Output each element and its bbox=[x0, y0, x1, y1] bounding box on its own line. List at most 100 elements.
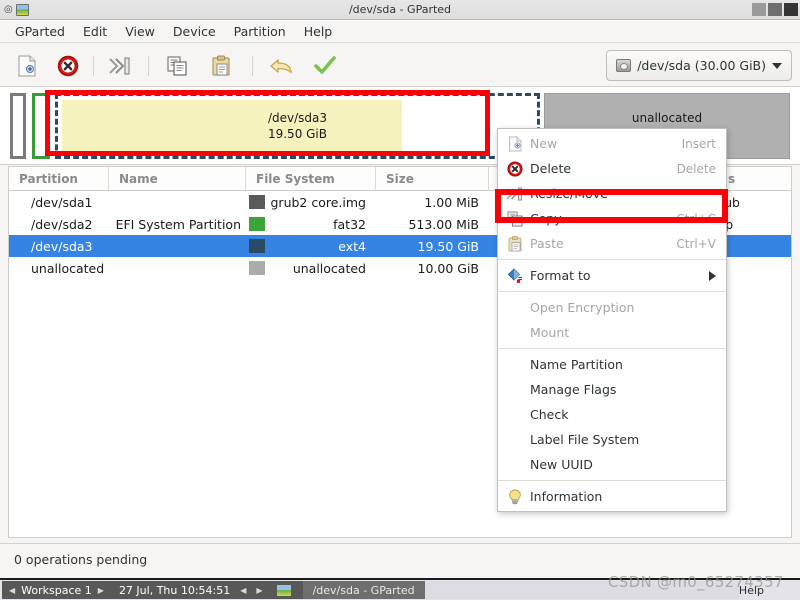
chevron-down-icon bbox=[772, 62, 782, 69]
menu-item-delete-accel: Delete bbox=[676, 161, 716, 176]
graphic-partition-sda1[interactable] bbox=[10, 93, 26, 159]
menu-item-resize-move[interactable]: Resize/Move bbox=[498, 181, 726, 206]
graphic-partition-sda3[interactable]: /dev/sda3 19.50 GiB bbox=[55, 93, 540, 159]
device-selector-label: /dev/sda (30.00 GiB) bbox=[637, 58, 766, 73]
cell-name: EFI System Partition bbox=[115, 216, 241, 232]
undo-button[interactable] bbox=[266, 52, 296, 80]
paste-icon bbox=[212, 55, 230, 76]
menu-item-new-label: New bbox=[530, 136, 558, 151]
device-selector[interactable]: /dev/sda (30.00 GiB) bbox=[606, 50, 792, 81]
cell-filesystem: ext4 bbox=[246, 235, 376, 257]
delete-circle-icon bbox=[506, 160, 524, 178]
resize-move-button[interactable] bbox=[105, 52, 135, 80]
cell-name bbox=[109, 191, 246, 213]
minimize-button[interactable] bbox=[752, 3, 766, 16]
cell-partition: /dev/sda1 bbox=[31, 194, 93, 210]
graphic-sda3-used bbox=[62, 100, 402, 152]
menu-item-copy[interactable]: Copy Ctrl+C bbox=[498, 206, 726, 231]
maximize-button[interactable] bbox=[768, 3, 782, 16]
menu-item-new-uuid[interactable]: New UUID bbox=[498, 452, 726, 477]
graphic-unallocated-name: unallocated bbox=[631, 111, 703, 125]
gparted-tray-icon[interactable] bbox=[275, 583, 292, 597]
cell-size: 1.00 MiB bbox=[424, 194, 479, 210]
menu-item-paste[interactable]: Paste Ctrl+V bbox=[498, 231, 726, 256]
filesystem-color-swatch bbox=[249, 195, 265, 209]
taskbar-help-label[interactable]: Help bbox=[739, 584, 800, 597]
menu-item-delete[interactable]: Delete Delete bbox=[498, 156, 726, 181]
column-header-size[interactable]: Size bbox=[376, 167, 489, 190]
menu-item-format-to[interactable]: Format to bbox=[498, 263, 726, 288]
menu-separator-4 bbox=[498, 480, 726, 481]
menu-item-new[interactable]: New Insert bbox=[498, 131, 726, 156]
cell-filesystem-label: ext4 bbox=[338, 238, 366, 254]
filesystem-color-swatch bbox=[249, 217, 265, 231]
menu-help[interactable]: Help bbox=[295, 22, 342, 41]
column-header-partition[interactable]: Partition bbox=[9, 167, 109, 190]
menu-item-name-partition[interactable]: Name Partition bbox=[498, 352, 726, 377]
new-document-icon bbox=[506, 135, 524, 153]
menu-edit[interactable]: Edit bbox=[74, 22, 116, 41]
workspace-switcher[interactable]: ◀ Workspace 1 ▶ bbox=[2, 581, 111, 599]
undo-icon bbox=[270, 59, 292, 74]
cell-partition: /dev/sda3 bbox=[31, 238, 93, 254]
menu-view[interactable]: View bbox=[116, 22, 164, 41]
copy-button[interactable] bbox=[162, 52, 192, 80]
menu-gparted[interactable]: GParted bbox=[6, 22, 74, 41]
column-header-name[interactable]: Name bbox=[109, 167, 246, 190]
clock-prev-icon[interactable]: ◀ bbox=[240, 586, 246, 595]
menu-item-format-to-label: Format to bbox=[530, 268, 591, 283]
cell-filesystem-label: fat32 bbox=[333, 216, 366, 232]
toolbar-separator-2 bbox=[148, 56, 149, 76]
operations-pending-label: 0 operations pending bbox=[14, 552, 148, 567]
titlebar: ◎ /dev/sda - GParted bbox=[0, 0, 800, 20]
column-header-filesystem[interactable]: File System bbox=[246, 167, 376, 190]
menu-item-mount[interactable]: Mount bbox=[498, 320, 726, 345]
menu-item-label-file-system-label: Label File System bbox=[530, 432, 640, 447]
taskbar-empty-area bbox=[424, 581, 739, 599]
format-icon bbox=[506, 267, 524, 285]
menu-device[interactable]: Device bbox=[164, 22, 225, 41]
menu-item-open-encryption[interactable]: Open Encryption bbox=[498, 295, 726, 320]
toolbar-separator-3 bbox=[252, 56, 253, 76]
menu-partition[interactable]: Partition bbox=[225, 22, 295, 41]
delete-circle-icon bbox=[57, 55, 79, 77]
menu-item-information[interactable]: Information bbox=[498, 484, 726, 509]
cell-name bbox=[109, 235, 246, 257]
resize-move-icon bbox=[506, 185, 524, 203]
submenu-arrow-icon bbox=[709, 270, 716, 281]
menu-item-manage-flags[interactable]: Manage Flags bbox=[498, 377, 726, 402]
new-partition-button[interactable] bbox=[12, 52, 42, 80]
workspace-next-icon[interactable]: ▶ bbox=[98, 586, 104, 595]
apply-button[interactable] bbox=[310, 52, 340, 80]
cell-name bbox=[109, 257, 246, 279]
apply-checkmark-icon bbox=[314, 56, 336, 74]
menu-separator-2 bbox=[498, 291, 726, 292]
cell-filesystem: fat32 bbox=[246, 213, 376, 235]
delete-partition-button[interactable] bbox=[53, 52, 83, 80]
window-buttons bbox=[752, 3, 798, 16]
disk-icon bbox=[616, 59, 632, 72]
menu-separator-3 bbox=[498, 348, 726, 349]
menu-item-label-file-system[interactable]: Label File System bbox=[498, 427, 726, 452]
workspace-prev-icon[interactable]: ◀ bbox=[9, 586, 15, 595]
cell-size: 19.50 GiB bbox=[417, 238, 480, 254]
new-document-icon bbox=[18, 55, 36, 77]
menu-item-check[interactable]: Check bbox=[498, 402, 726, 427]
paste-icon bbox=[506, 235, 524, 253]
clock[interactable]: 27 Jul, Thu 10:54:51 ◀ ▶ bbox=[110, 581, 303, 599]
lightbulb-icon bbox=[506, 488, 524, 506]
paste-button[interactable] bbox=[206, 52, 236, 80]
cell-filesystem: unallocated bbox=[246, 257, 376, 279]
graphic-partition-sda2[interactable] bbox=[32, 93, 50, 159]
menu-item-new-uuid-label: New UUID bbox=[530, 457, 593, 472]
cell-partition: /dev/sda2 bbox=[31, 216, 93, 232]
cell-size: 513.00 MiB bbox=[408, 216, 479, 232]
menu-item-copy-label: Copy bbox=[530, 211, 562, 226]
toolbar-separator-1 bbox=[93, 56, 94, 76]
clock-next-icon[interactable]: ▶ bbox=[256, 586, 262, 595]
gparted-window: ◎ /dev/sda - GParted GParted Edit View D… bbox=[0, 0, 800, 600]
menu-item-information-label: Information bbox=[530, 489, 603, 504]
taskbar-window-button[interactable]: /dev/sda - GParted bbox=[302, 581, 425, 599]
copy-icon bbox=[167, 56, 187, 76]
close-button[interactable] bbox=[784, 3, 798, 16]
